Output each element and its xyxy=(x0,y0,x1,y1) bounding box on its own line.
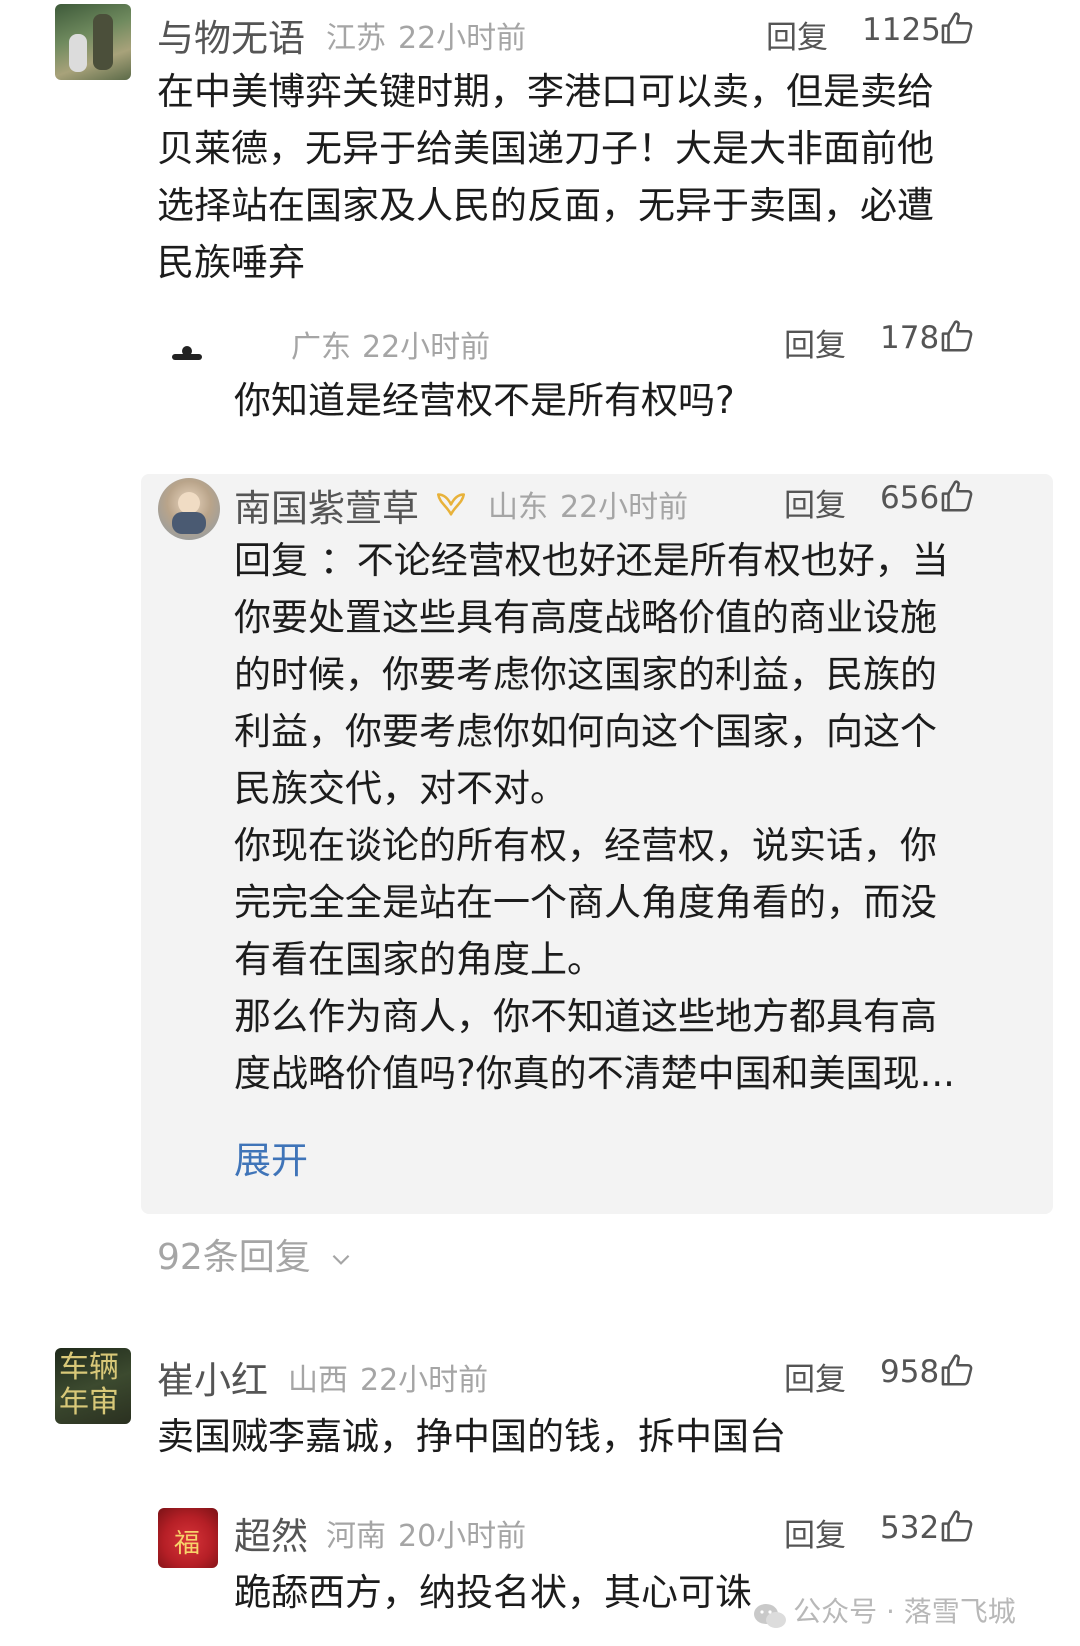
reply-body: 回复 ：不论经营权也好还是所有权也好，当 你要处置这些具有高度战略价值的商业设施… xyxy=(234,539,955,1095)
like-count: 178 xyxy=(880,320,940,356)
reply-body: 你知道是经营权不是所有权吗? xyxy=(234,379,735,422)
timestamp: 22小时前 xyxy=(362,330,491,365)
location: 山东 xyxy=(488,490,548,525)
reply-button[interactable]: 回复 xyxy=(784,320,846,365)
timestamp: 22小时前 xyxy=(560,490,689,525)
location: 河南 xyxy=(326,1519,386,1554)
location: 山西 xyxy=(288,1363,348,1398)
more-replies-link[interactable]: 92条回复 xyxy=(157,1228,354,1280)
username[interactable]: 超然 xyxy=(234,1506,308,1560)
reply-button[interactable]: 回复 xyxy=(784,480,846,525)
watermark-text: 公众号 · 落雪飞城 xyxy=(793,1595,1016,1628)
avatar[interactable] xyxy=(158,320,216,378)
like-count: 656 xyxy=(880,480,940,516)
like-count: 1125 xyxy=(862,12,941,48)
expand-link[interactable]: 展开 xyxy=(234,1130,308,1184)
like-count: 958 xyxy=(880,1354,940,1390)
more-replies-label: 92条回复 xyxy=(157,1237,311,1278)
watermark: 公众号 · 落雪飞城 xyxy=(752,1590,1016,1632)
thumbs-up-icon[interactable] xyxy=(939,1507,977,1545)
reply-button[interactable]: 回复 xyxy=(784,1510,846,1555)
chevron-down-icon xyxy=(332,1254,350,1265)
thumbs-up-icon[interactable] xyxy=(939,9,977,47)
reply-button[interactable]: 回复 xyxy=(784,1354,846,1399)
username[interactable]: 崔小红 xyxy=(157,1350,268,1404)
username[interactable]: 与物无语 xyxy=(157,8,305,62)
comment-body: 在中美博弈关键时期，李港口可以卖，但是卖给 贝莱德，无异于给美国递刀子！大是大非… xyxy=(157,70,934,284)
avatar[interactable]: 车辆年审 xyxy=(55,1348,131,1424)
location: 江苏 xyxy=(326,21,386,56)
comment-body: 卖国贼李嘉诚，挣中国的钱，拆中国台 xyxy=(157,1415,786,1458)
avatar-label: 福 xyxy=(174,1529,201,1559)
timestamp: 22小时前 xyxy=(360,1363,489,1398)
thumbs-up-icon[interactable] xyxy=(939,317,977,355)
reply-body: 跪舔西方，纳投名状，其心可诛 xyxy=(234,1571,752,1614)
avatar-label: 车辆年审 xyxy=(59,1350,119,1420)
thumbs-up-icon[interactable] xyxy=(939,477,977,515)
wechat-icon xyxy=(754,1603,786,1628)
avatar[interactable] xyxy=(55,4,131,80)
timestamp: 20小时前 xyxy=(398,1519,527,1554)
vip-badge-icon xyxy=(436,493,466,516)
location: 广东 xyxy=(291,330,351,365)
avatar[interactable] xyxy=(158,478,220,540)
username[interactable]: 南国紫萱草 xyxy=(234,478,419,532)
avatar[interactable]: 福 xyxy=(158,1508,218,1568)
reply-button[interactable]: 回复 xyxy=(766,12,828,57)
like-count: 532 xyxy=(880,1510,940,1546)
thumbs-up-icon[interactable] xyxy=(939,1351,977,1389)
timestamp: 22小时前 xyxy=(398,21,527,56)
